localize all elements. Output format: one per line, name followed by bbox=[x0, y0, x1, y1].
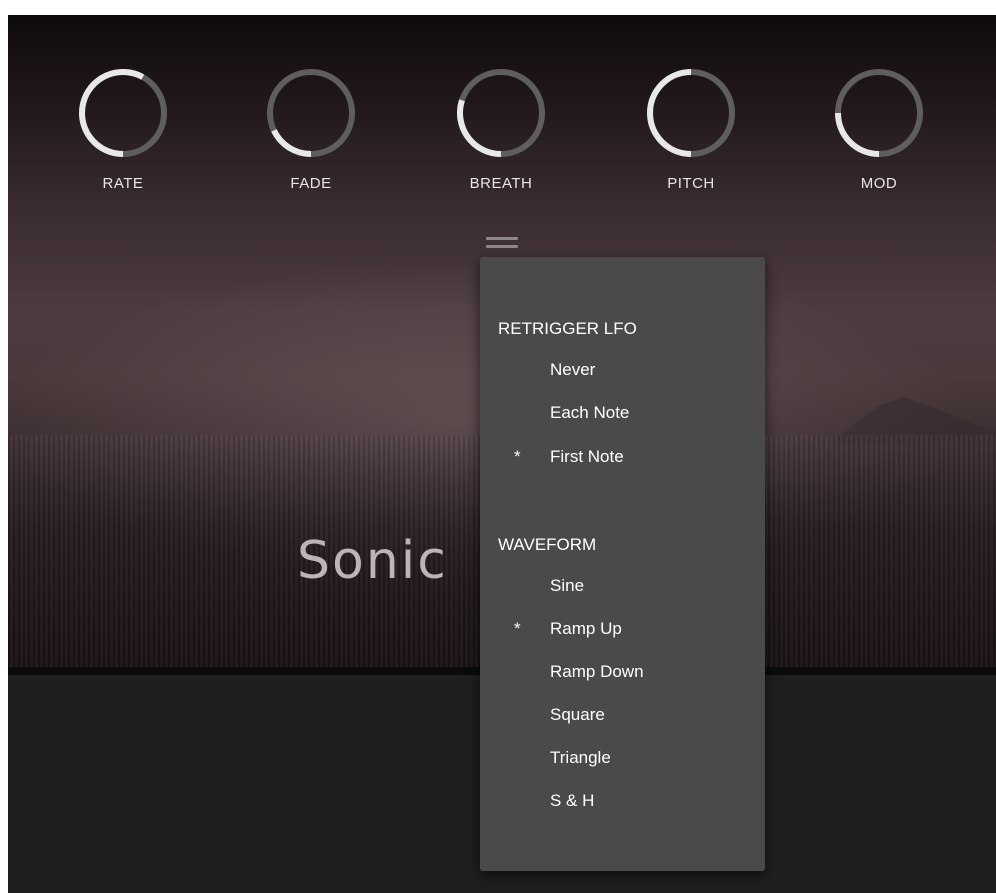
menu-item-label: Each Note bbox=[550, 403, 630, 422]
fade-knob-dial[interactable] bbox=[263, 65, 359, 161]
menu-item-label: Ramp Down bbox=[550, 662, 644, 681]
fade-knob[interactable]: FADE bbox=[256, 65, 366, 192]
hamburger-line-middle bbox=[486, 245, 518, 248]
breath-knob[interactable]: BREATH bbox=[446, 65, 556, 192]
menu-item-triangle[interactable]: Triangle bbox=[498, 743, 748, 773]
hamburger-menu-icon[interactable] bbox=[486, 237, 518, 257]
selected-mark: * bbox=[514, 447, 521, 466]
lfo-options-popup-menu: RETRIGGER LFO Never Each Note * First Not… bbox=[480, 257, 765, 871]
menu-item-label: Triangle bbox=[550, 748, 611, 767]
rate-knob-label: RATE bbox=[102, 175, 144, 192]
pitch-knob-label: PITCH bbox=[667, 175, 715, 192]
instrument-panel: RATE FADE BREATH PITCH MOD Sonic RETRIGG… bbox=[8, 15, 996, 893]
menu-item-first-note[interactable]: * First Note bbox=[498, 442, 748, 472]
breath-knob-dial[interactable] bbox=[453, 65, 549, 161]
menu-item-ramp-up[interactable]: * Ramp Up bbox=[498, 614, 748, 644]
menu-item-never[interactable]: Never bbox=[498, 355, 748, 385]
menu-item-label: Square bbox=[550, 705, 605, 724]
menu-item-label: First Note bbox=[550, 447, 624, 466]
menu-item-square[interactable]: Square bbox=[498, 700, 748, 730]
fade-knob-label: FADE bbox=[290, 175, 332, 192]
section-header-waveform: WAVEFORM bbox=[498, 535, 597, 554]
menu-item-each-note[interactable]: Each Note bbox=[498, 398, 748, 428]
menu-item-sample-and-hold[interactable]: S & H bbox=[498, 786, 748, 816]
menu-item-ramp-down[interactable]: Ramp Down bbox=[498, 657, 748, 687]
section-header-retrigger-lfo: RETRIGGER LFO bbox=[498, 319, 637, 338]
menu-item-label: S & H bbox=[550, 791, 595, 810]
breath-knob-label: BREATH bbox=[469, 175, 533, 192]
menu-item-label: Never bbox=[550, 360, 596, 379]
selected-mark: * bbox=[514, 619, 521, 638]
menu-item-sine[interactable]: Sine bbox=[498, 571, 748, 601]
mod-knob-dial[interactable] bbox=[831, 65, 927, 161]
mod-knob-label: MOD bbox=[860, 175, 898, 192]
mod-knob[interactable]: MOD bbox=[824, 65, 934, 192]
rate-knob-dial[interactable] bbox=[75, 65, 171, 161]
hamburger-line-top bbox=[486, 237, 518, 240]
menu-item-label: Sine bbox=[550, 576, 585, 595]
rate-knob[interactable]: RATE bbox=[68, 65, 178, 192]
menu-item-label: Ramp Up bbox=[550, 619, 622, 638]
pitch-knob-dial[interactable] bbox=[643, 65, 739, 161]
product-logo-text: Sonic bbox=[297, 531, 448, 591]
pitch-knob[interactable]: PITCH bbox=[636, 65, 746, 192]
